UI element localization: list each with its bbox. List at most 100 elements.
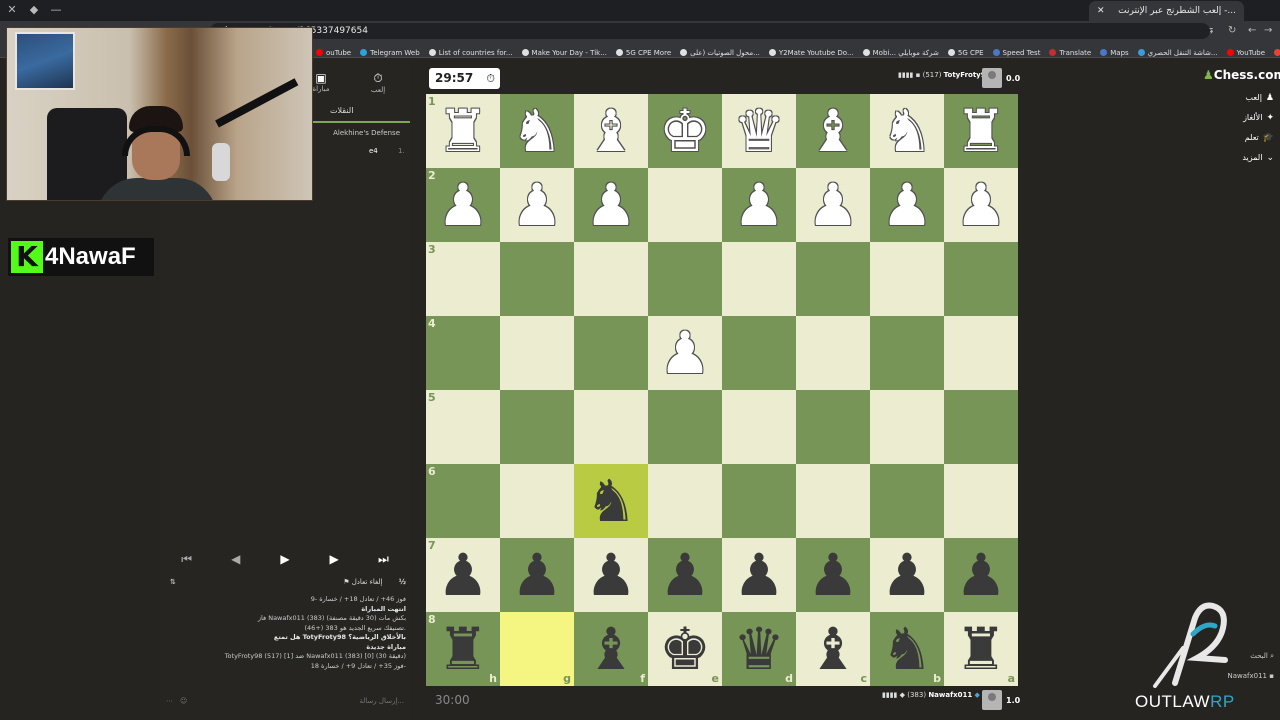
chess-board[interactable]: 1 ♜ ♞ ♝ ♚ ♛ ♝ ♞ ♜ 2 ♟ ♟ ♟ ♟ ♟ ♟ ♟ 3 4 ♟ 5 6 ♞ 7 ♟ ♟ ♟ ♟ ♟ ♟ ♟ ♟ 8 h ♜ g f ♝ e ♚…: [426, 94, 1018, 686]
bookmark-item[interactable]: Gmail: [1274, 44, 1280, 57]
square-a1[interactable]: ♜: [944, 94, 1018, 168]
square-c7[interactable]: ♟: [796, 538, 870, 612]
square-a7[interactable]: ♟: [944, 538, 1018, 612]
maximize-icon[interactable]: ◆: [26, 2, 42, 18]
black-queen-icon[interactable]: ♛: [733, 620, 785, 678]
square-g4[interactable]: [500, 316, 574, 390]
square-h1[interactable]: 1 ♜: [426, 94, 500, 168]
minimize-icon[interactable]: —: [48, 2, 64, 18]
white-knight-icon[interactable]: ♞: [881, 102, 933, 160]
square-b1[interactable]: ♞: [870, 94, 944, 168]
square-d8[interactable]: d ♛: [722, 612, 796, 686]
tab-moves[interactable]: النقلات: [330, 106, 353, 115]
square-b5[interactable]: [870, 390, 944, 464]
chat-input[interactable]: ⋯ ☺ إرسال رسالة...: [162, 693, 408, 709]
black-pawn-icon[interactable]: ♟: [955, 546, 1007, 604]
square-b7[interactable]: ♟: [870, 538, 944, 612]
square-b4[interactable]: [870, 316, 944, 390]
white-pawn-icon[interactable]: ♟: [733, 176, 785, 234]
square-c1[interactable]: ♝: [796, 94, 870, 168]
black-pawn-icon[interactable]: ♟: [659, 546, 711, 604]
more-icon[interactable]: ⋯: [166, 693, 173, 709]
square-a3[interactable]: [944, 242, 1018, 316]
square-h4[interactable]: 4: [426, 316, 500, 390]
white-knight-icon[interactable]: ♞: [511, 102, 563, 160]
white-queen-icon[interactable]: ♛: [733, 102, 785, 160]
square-e8[interactable]: e ♚: [648, 612, 722, 686]
white-pawn-icon[interactable]: ♟: [585, 176, 637, 234]
black-knight-icon[interactable]: ♞: [585, 472, 637, 530]
square-f2[interactable]: ♟: [574, 168, 648, 242]
white-pawn-icon[interactable]: ♟: [659, 324, 711, 382]
square-d3[interactable]: [722, 242, 796, 316]
white-pawn-icon[interactable]: ♟: [955, 176, 1007, 234]
square-c3[interactable]: [796, 242, 870, 316]
square-f1[interactable]: ♝: [574, 94, 648, 168]
black-pawn-icon[interactable]: ♟: [881, 546, 933, 604]
square-a4[interactable]: [944, 316, 1018, 390]
square-a2[interactable]: ♟: [944, 168, 1018, 242]
square-d4[interactable]: [722, 316, 796, 390]
bookmark-item[interactable]: 5G CPE More: [615, 44, 671, 57]
nav-item-0[interactable]: إلعب ♟: [1210, 93, 1274, 103]
bookmark-item[interactable]: Y2Mate Youtube Do...: [768, 44, 854, 57]
next-move-button[interactable]: ▶: [314, 547, 354, 571]
square-d6[interactable]: [722, 464, 796, 538]
square-a5[interactable]: [944, 390, 1018, 464]
black-bishop-icon[interactable]: ♝: [807, 620, 859, 678]
square-e5[interactable]: [648, 390, 722, 464]
white-rook-icon[interactable]: ♜: [437, 102, 489, 160]
tab-play[interactable]: ⏱ إلعب: [363, 71, 393, 94]
tab-close-icon[interactable]: ✕: [1097, 1, 1105, 21]
black-pawn-icon[interactable]: ♟: [437, 546, 489, 604]
square-a6[interactable]: [944, 464, 1018, 538]
square-f6[interactable]: ♞: [574, 464, 648, 538]
square-f4[interactable]: [574, 316, 648, 390]
square-b3[interactable]: [870, 242, 944, 316]
opponent-avatar[interactable]: [982, 68, 1002, 88]
reload-icon[interactable]: ↻: [1228, 23, 1236, 39]
bookmark-item[interactable]: محول الصوتيات (على...: [680, 44, 760, 57]
square-f8[interactable]: f ♝: [574, 612, 648, 686]
square-g7[interactable]: ♟: [500, 538, 574, 612]
square-a8[interactable]: a ♜: [944, 612, 1018, 686]
black-rook-icon[interactable]: ♜: [437, 620, 489, 678]
player-avatar[interactable]: [982, 690, 1002, 710]
prev-move-button[interactable]: ◀: [216, 547, 256, 571]
white-bishop-icon[interactable]: ♝: [585, 102, 637, 160]
square-b6[interactable]: [870, 464, 944, 538]
tab-chess[interactable]: ✕ إلعب الشطرنج عبر الإنترنت -...: [1089, 1, 1244, 21]
bookmark-item[interactable]: Translate: [1049, 44, 1091, 57]
square-e3[interactable]: [648, 242, 722, 316]
square-e4[interactable]: ♟: [648, 316, 722, 390]
square-e2[interactable]: [648, 168, 722, 242]
bookmark-item[interactable]: شاشة التنقل الحصري...: [1137, 44, 1218, 57]
bookmark-item[interactable]: Mobi... شركة موبايلي: [862, 44, 939, 57]
bookmark-item[interactable]: Telegram Web: [360, 44, 420, 57]
square-g3[interactable]: [500, 242, 574, 316]
bookmark-item[interactable]: YouTube: [1226, 44, 1265, 57]
move-white[interactable]: e4: [369, 147, 378, 155]
square-d5[interactable]: [722, 390, 796, 464]
square-g8[interactable]: g: [500, 612, 574, 686]
last-move-button[interactable]: ⏭: [363, 547, 403, 571]
bookmark-item[interactable]: Speed Test: [992, 44, 1040, 57]
back-icon[interactable]: →: [1264, 23, 1272, 39]
bookmark-item[interactable]: 5G CPE: [947, 44, 984, 57]
black-pawn-icon[interactable]: ♟: [733, 546, 785, 604]
square-g6[interactable]: [500, 464, 574, 538]
square-h8[interactable]: 8 h ♜: [426, 612, 500, 686]
chesscom-logo[interactable]: ♟Chess.com: [1203, 68, 1280, 82]
black-bishop-icon[interactable]: ♝: [585, 620, 637, 678]
nav-item-3[interactable]: المزيد ⌄: [1210, 153, 1274, 163]
square-d2[interactable]: ♟: [722, 168, 796, 242]
black-rook-icon[interactable]: ♜: [955, 620, 1007, 678]
emoji-icon[interactable]: ☺: [180, 693, 187, 709]
white-pawn-icon[interactable]: ♟: [807, 176, 859, 234]
bookmark-item[interactable]: ouTube: [316, 44, 351, 57]
square-e6[interactable]: [648, 464, 722, 538]
url-field[interactable]: chess.com/game/165337497654: [210, 23, 1210, 39]
white-bishop-icon[interactable]: ♝: [807, 102, 859, 160]
bookmark-item[interactable]: List of countries for...: [428, 44, 513, 57]
black-pawn-icon[interactable]: ♟: [807, 546, 859, 604]
